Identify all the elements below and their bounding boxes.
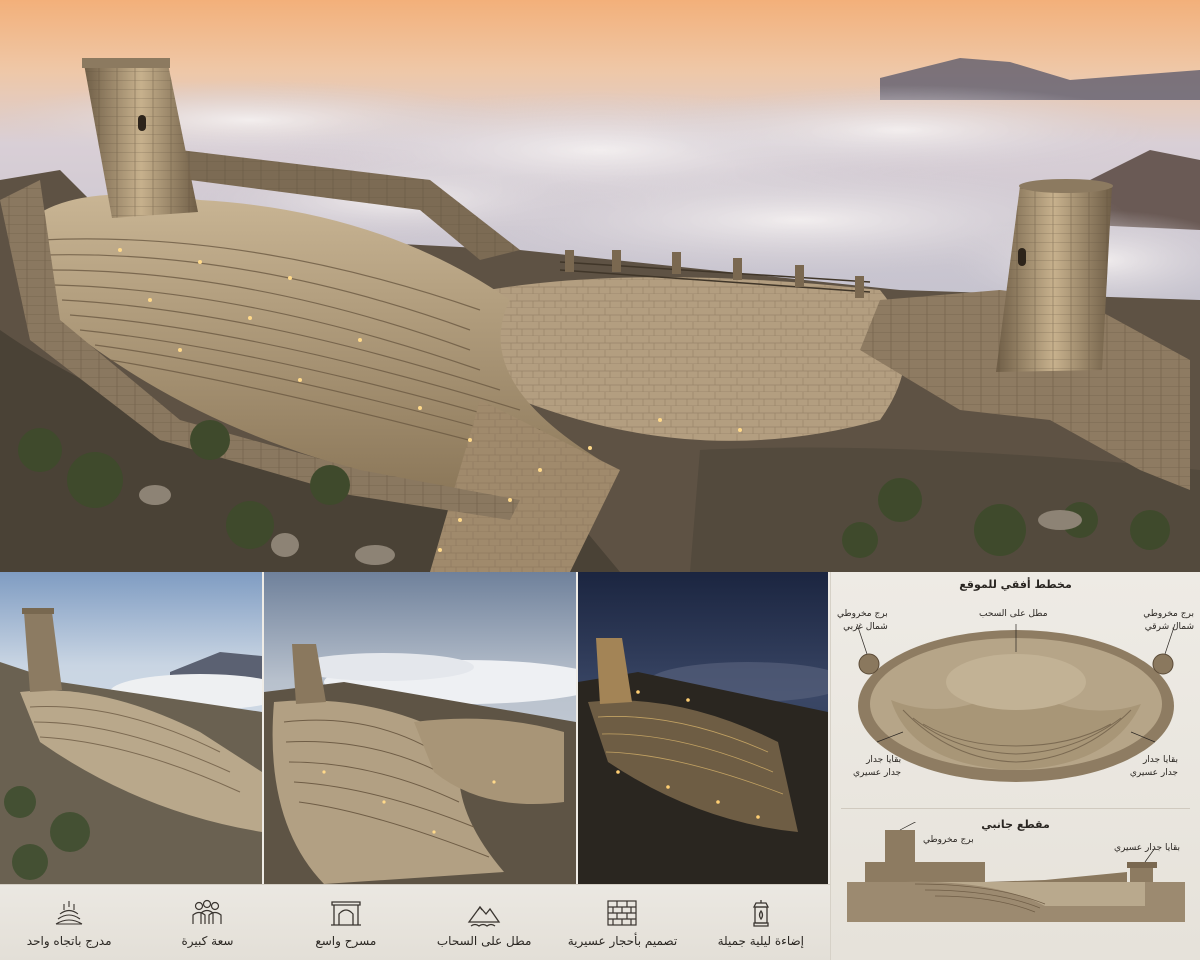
feature-cloud-view: مطل على السحاب (419, 898, 549, 948)
stage-arch-icon (330, 900, 361, 926)
feature-label: إضاءة ليلية جميلة (717, 933, 805, 948)
site-plan-panel: مخطط أفقي للموقع برج مخروطي شمال غربي مط… (830, 572, 1200, 960)
panel-divider (841, 808, 1190, 809)
feature-label: مدرج باتجاه واحد (26, 933, 112, 948)
feature-wide-stage: مسرح واسع (281, 898, 411, 948)
top-view-title: مخطط أفقي للموقع (959, 578, 1072, 591)
lantern-icon (752, 899, 769, 927)
feature-one-direction: مدرج باتجاه واحد (4, 898, 134, 948)
thumbnail-day-view (0, 572, 262, 884)
thumbnail-evening-view (264, 572, 576, 884)
thumbnail-night-view (578, 572, 828, 884)
wall-right-label: بقايا جدار جدار عسيري (1129, 755, 1178, 778)
feature-night-lighting: إضاءة ليلية جميلة (696, 898, 826, 948)
mountain-clouds-icon (467, 905, 501, 927)
feature-stone-design: تصميم بأحجار عسيرية (557, 898, 687, 948)
audience-icon (192, 899, 223, 924)
feature-label: تصميم بأحجار عسيرية (567, 933, 678, 948)
side-section-diagram (847, 822, 1185, 922)
feature-label: مسرح واسع (315, 933, 377, 948)
stone-wall-icon (607, 899, 638, 926)
features-bar: إضاءة ليلية جميلة تصميم بأحجار عسيرية مط… (0, 884, 830, 960)
amphitheater-icon (55, 900, 83, 925)
feature-capacity: سعة كبيرة (142, 898, 272, 948)
hero-amphitheater-image (0, 0, 1200, 572)
feature-label: سعة كبيرة (181, 933, 234, 948)
wall-left-label: بقايا جدار جدار عسيري (853, 755, 902, 778)
cloud-view-label: مطل على السحب (979, 609, 1048, 619)
feature-label: مطل على السحاب (436, 933, 532, 948)
